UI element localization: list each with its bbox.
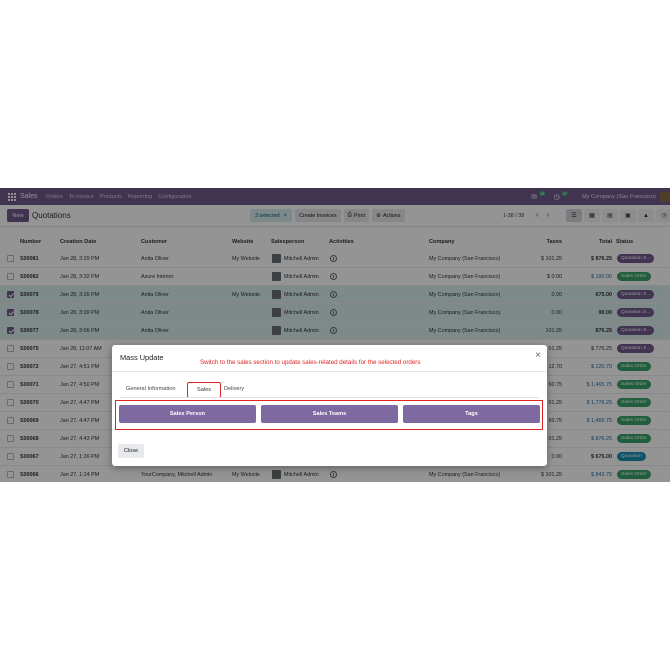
tags-button[interactable]: Tags (403, 405, 540, 423)
tab-general-information[interactable]: General Information (126, 386, 175, 392)
sales-teams-button[interactable]: Sales Teams (261, 405, 398, 423)
tabs-underline (120, 397, 539, 398)
close-icon[interactable]: × (535, 350, 541, 361)
dialog-header-divider (112, 371, 547, 372)
instruction-annotation: Switch to the sales section to update sa… (200, 359, 421, 366)
mass-update-dialog: Mass Update Switch to the sales section … (112, 345, 547, 466)
tab-delivery[interactable]: Delivery (224, 386, 244, 392)
dialog-title: Mass Update (120, 353, 164, 362)
sales-person-button[interactable]: Sales Person (119, 405, 256, 423)
tab-sales[interactable]: Sales (187, 382, 221, 398)
close-button[interactable]: Close (118, 444, 144, 458)
